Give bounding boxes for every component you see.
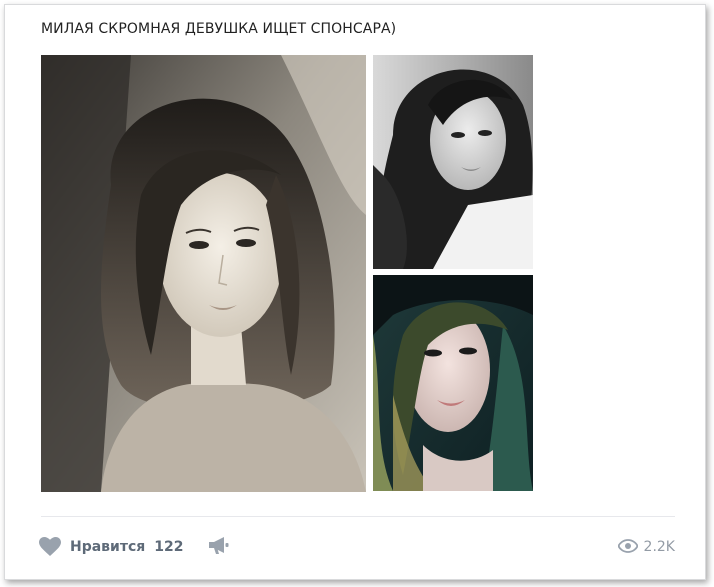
megaphone-icon <box>208 535 230 559</box>
post-photo-top[interactable] <box>373 55 533 269</box>
portrait-photo-icon <box>373 275 533 491</box>
portrait-photo-icon <box>41 55 366 492</box>
views-counter: 2.2K <box>617 535 675 559</box>
views-count: 2.2K <box>643 539 675 555</box>
like-button[interactable]: Нравится 122 <box>39 537 184 557</box>
post-photo-main[interactable] <box>41 55 366 492</box>
portrait-photo-icon <box>373 55 533 269</box>
post-actions: Нравится 122 <box>39 535 230 559</box>
share-button[interactable] <box>208 535 230 559</box>
footer-divider <box>41 516 675 517</box>
post-text: МИЛАЯ СКРОМНАЯ ДЕВУШКА ИЩЕТ СПОНСАРА) <box>41 21 397 37</box>
like-label: Нравится <box>70 539 146 555</box>
heart-icon <box>39 537 61 557</box>
post-photo-bottom[interactable] <box>373 275 533 491</box>
like-count: 122 <box>154 539 184 555</box>
post-card: МИЛАЯ СКРОМНАЯ ДЕВУШКА ИЩЕТ СПОНСАРА) Нр… <box>4 4 706 580</box>
eye-icon <box>617 538 639 557</box>
